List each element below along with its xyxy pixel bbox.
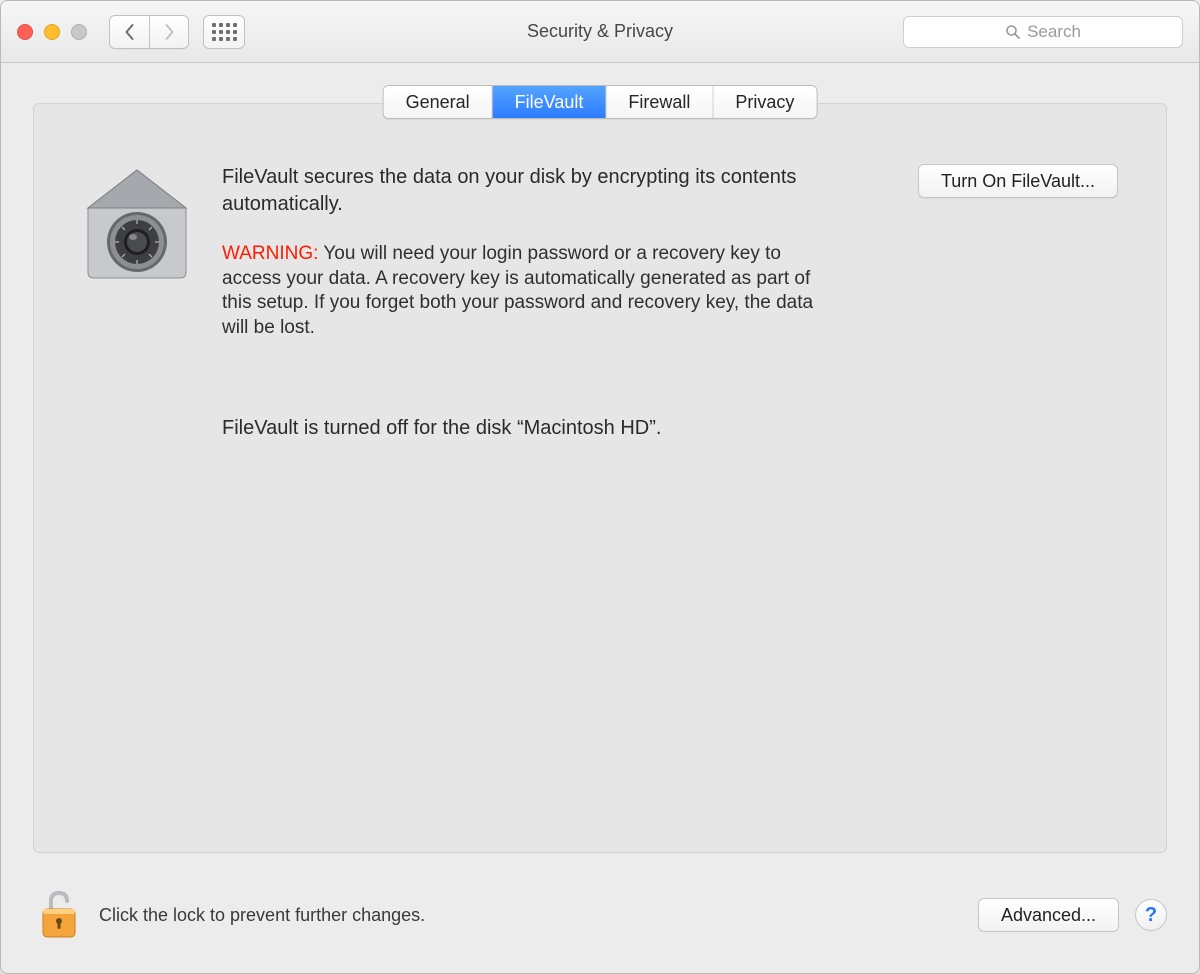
help-button[interactable]: ? bbox=[1135, 899, 1167, 931]
turn-on-filevault-button[interactable]: Turn On FileVault... bbox=[918, 164, 1118, 198]
advanced-button[interactable]: Advanced... bbox=[978, 898, 1119, 932]
tab-bar: General FileVault Firewall Privacy bbox=[383, 85, 818, 119]
system-preferences-window: Security & Privacy Search General FileVa… bbox=[0, 0, 1200, 974]
filevault-panel: FileVault secures the data on your disk … bbox=[33, 103, 1167, 853]
window-title: Security & Privacy bbox=[527, 21, 673, 42]
tab-privacy[interactable]: Privacy bbox=[713, 86, 816, 118]
lock-hint-text: Click the lock to prevent further change… bbox=[99, 905, 425, 926]
unlocked-lock-icon bbox=[35, 889, 83, 941]
zoom-window-button[interactable] bbox=[71, 24, 87, 40]
filevault-status: FileVault is turned off for the disk “Ma… bbox=[222, 417, 832, 440]
warning-label: WARNING: bbox=[222, 243, 318, 264]
lock-button[interactable] bbox=[33, 889, 85, 941]
search-placeholder: Search bbox=[1027, 22, 1081, 42]
titlebar: Security & Privacy Search bbox=[1, 1, 1199, 63]
filevault-warning: WARNING: You will need your login passwo… bbox=[222, 242, 832, 341]
close-window-button[interactable] bbox=[17, 24, 33, 40]
grid-icon bbox=[212, 23, 237, 41]
tab-filevault[interactable]: FileVault bbox=[493, 86, 607, 118]
filevault-text: FileVault secures the data on your disk … bbox=[222, 164, 832, 440]
show-all-button[interactable] bbox=[203, 15, 245, 49]
chevron-left-icon bbox=[123, 23, 136, 41]
filevault-headline: FileVault secures the data on your disk … bbox=[222, 164, 832, 218]
search-input[interactable]: Search bbox=[903, 16, 1183, 48]
minimize-window-button[interactable] bbox=[44, 24, 60, 40]
chevron-right-icon bbox=[163, 23, 176, 41]
tab-firewall[interactable]: Firewall bbox=[606, 86, 713, 118]
footer: Click the lock to prevent further change… bbox=[33, 885, 1167, 945]
filevault-icon bbox=[82, 164, 192, 440]
content-area: General FileVault Firewall Privacy bbox=[1, 63, 1199, 973]
search-icon bbox=[1005, 24, 1021, 40]
panel-inner: FileVault secures the data on your disk … bbox=[82, 164, 1118, 440]
back-button[interactable] bbox=[109, 15, 149, 49]
tab-general[interactable]: General bbox=[384, 86, 493, 118]
nav-buttons bbox=[109, 15, 189, 49]
forward-button[interactable] bbox=[149, 15, 189, 49]
window-controls bbox=[17, 24, 87, 40]
